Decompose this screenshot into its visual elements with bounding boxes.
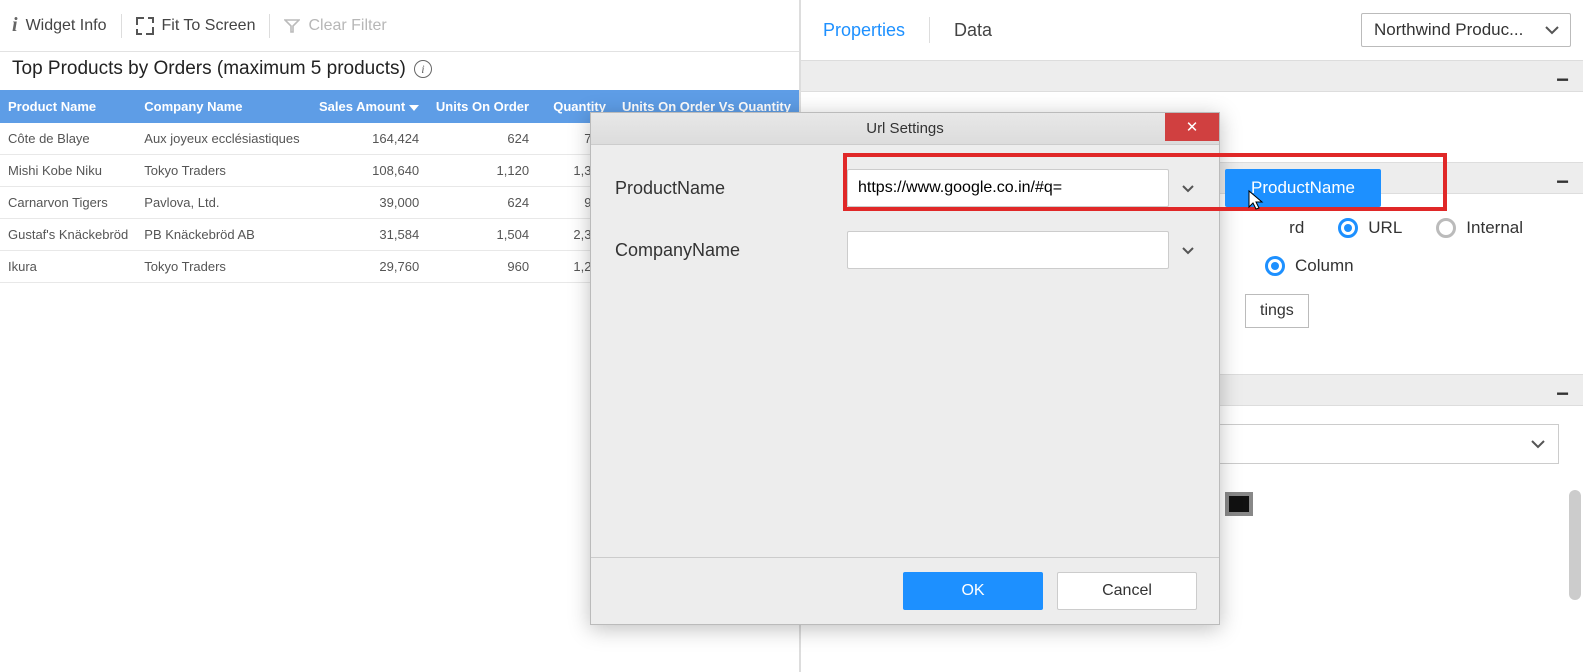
cell-units: 624 <box>427 123 537 155</box>
url-settings-dialog: Url Settings ✕ ProductName CompanyName <box>590 112 1220 625</box>
cell-company: PB Knäckebröd AB <box>136 219 307 251</box>
cell-units: 1,120 <box>427 155 537 187</box>
info-icon: i <box>12 14 18 37</box>
cell-sales: 39,000 <box>308 187 428 219</box>
collapse-icon: − <box>1556 67 1569 93</box>
separator <box>269 14 270 38</box>
chevron-down-icon <box>1530 439 1546 449</box>
collapse-icon: − <box>1556 381 1569 407</box>
close-button[interactable]: ✕ <box>1165 113 1219 141</box>
cell-sales: 164,424 <box>308 123 428 155</box>
panel-section-header[interactable]: − <box>801 60 1583 92</box>
widget-info-button[interactable]: i Widget Info <box>12 14 107 37</box>
col-company-name[interactable]: Company Name <box>136 90 307 123</box>
dialog-title-bar: Url Settings ✕ <box>591 113 1219 145</box>
cell-sales: 31,584 <box>308 219 428 251</box>
productname-dropdown-toggle[interactable] <box>1177 184 1199 193</box>
fit-to-screen-button[interactable]: Fit To Screen <box>136 17 256 35</box>
cell-product: Côte de Blaye <box>0 123 136 155</box>
toolbar: i Widget Info Fit To Screen Clear Filter <box>0 0 799 52</box>
ok-button[interactable]: OK <box>903 572 1043 610</box>
datasource-label: Northwind Produc... <box>1374 20 1523 39</box>
tabs-row: Properties Data Northwind Produc... <box>801 0 1583 60</box>
form-row-companyname: CompanyName <box>615 231 1199 269</box>
clear-filter-button[interactable]: Clear Filter <box>284 17 386 35</box>
scrollbar[interactable] <box>1569 490 1581 600</box>
filter-icon <box>284 19 300 33</box>
cell-company: Aux joyeux ecclésiastiques <box>136 123 307 155</box>
cell-product: Gustaf's Knäckebröd <box>0 219 136 251</box>
tab-data[interactable]: Data <box>944 14 1002 47</box>
fit-to-screen-label: Fit To Screen <box>162 17 256 35</box>
col-product-name[interactable]: Product Name <box>0 90 136 123</box>
radio-url[interactable]: URL <box>1338 218 1402 238</box>
color-swatch[interactable] <box>1225 492 1253 516</box>
info-icon[interactable]: i <box>414 60 432 78</box>
form-row-productname: ProductName <box>615 169 1199 207</box>
datasource-dropdown[interactable]: Northwind Produc... <box>1361 13 1571 47</box>
companyname-dropdown-toggle[interactable] <box>1177 246 1199 255</box>
radio-checked-icon <box>1338 218 1358 238</box>
col-sales-amount[interactable]: Sales Amount <box>308 90 428 123</box>
cell-product: Carnarvon Tigers <box>0 187 136 219</box>
productname-column-badge[interactable]: ProductName <box>1225 169 1381 207</box>
separator <box>929 17 930 43</box>
cell-company: Tokyo Traders <box>136 251 307 283</box>
cell-company: Tokyo Traders <box>136 155 307 187</box>
widget-title: Top Products by Orders (maximum 5 produc… <box>0 52 799 90</box>
cell-sales: 108,640 <box>308 155 428 187</box>
cell-product: Mishi Kobe Niku <box>0 155 136 187</box>
collapse-icon: − <box>1556 169 1569 195</box>
cell-units: 1,504 <box>427 219 537 251</box>
clear-filter-label: Clear Filter <box>308 17 386 35</box>
dialog-body: ProductName CompanyName <box>591 145 1219 557</box>
radio-unchecked-icon <box>1436 218 1456 238</box>
col-units-on-order[interactable]: Units On Order <box>427 90 537 123</box>
companyname-url-input[interactable] <box>847 231 1169 269</box>
sort-desc-icon <box>409 105 419 111</box>
row2-label: CompanyName <box>615 240 835 261</box>
separator <box>121 14 122 38</box>
radio-column[interactable]: Column <box>1265 256 1354 276</box>
chevron-down-icon <box>1544 25 1560 35</box>
radio-internal[interactable]: Internal <box>1436 218 1523 238</box>
cancel-button[interactable]: Cancel <box>1057 572 1197 610</box>
cell-sales: 29,760 <box>308 251 428 283</box>
expand-icon <box>136 17 154 35</box>
dialog-title: Url Settings <box>866 120 944 137</box>
cell-product: Ikura <box>0 251 136 283</box>
dialog-footer: OK Cancel <box>591 557 1219 624</box>
url-settings-button[interactable]: tings <box>1245 294 1309 328</box>
cell-company: Pavlova, Ltd. <box>136 187 307 219</box>
row1-label: ProductName <box>615 178 835 199</box>
cell-units: 624 <box>427 187 537 219</box>
productname-url-input[interactable] <box>847 169 1169 207</box>
tab-properties[interactable]: Properties <box>813 14 915 47</box>
widget-title-text: Top Products by Orders (maximum 5 produc… <box>12 58 406 80</box>
cell-units: 960 <box>427 251 537 283</box>
radio-checked-icon <box>1265 256 1285 276</box>
widget-info-label: Widget Info <box>26 17 107 35</box>
close-icon: ✕ <box>1186 118 1199 136</box>
